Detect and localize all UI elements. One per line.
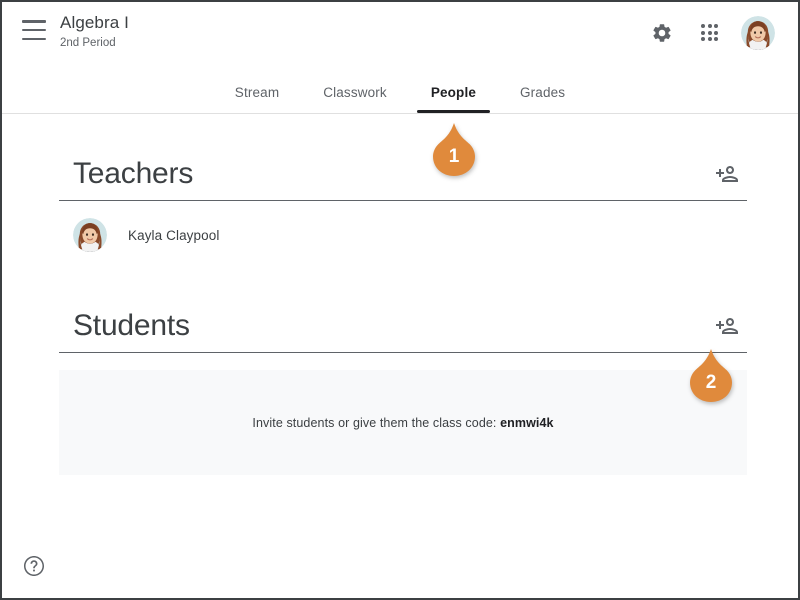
invite-message-prefix: Invite students or give them the class c…	[252, 415, 501, 430]
apps-grid-icon	[701, 24, 719, 42]
callout-number: 1	[448, 146, 460, 167]
help-circle-icon	[24, 556, 44, 576]
apps-dot	[714, 37, 719, 42]
avatar-image	[73, 218, 107, 252]
callout-number: 2	[705, 372, 717, 393]
callout-badge-2: 2	[688, 349, 734, 405]
teacher-avatar	[73, 218, 107, 252]
avatar	[741, 16, 775, 50]
tab-classwork[interactable]: Classwork	[301, 84, 409, 113]
hamburger-line	[22, 37, 46, 40]
apps-dot	[707, 30, 712, 35]
class-header[interactable]: Algebra I 2nd Period	[60, 12, 129, 51]
apps-dot	[701, 37, 705, 42]
top-app-bar: Algebra I 2nd Period	[2, 2, 798, 64]
hamburger-menu-icon[interactable]	[22, 20, 46, 40]
tab-grades[interactable]: Grades	[498, 84, 587, 113]
teachers-divider	[59, 200, 747, 201]
apps-launcher-button[interactable]	[688, 11, 732, 55]
invite-students-panel: Invite students or give them the class c…	[59, 370, 747, 475]
tab-people[interactable]: People	[409, 84, 498, 113]
tab-bar: Stream Classwork People Grades	[2, 64, 798, 113]
teacher-name: Kayla Claypool	[128, 227, 220, 243]
account-avatar-button[interactable]	[736, 11, 780, 55]
help-button[interactable]	[20, 552, 48, 580]
hamburger-line	[22, 20, 46, 23]
top-bar-actions	[640, 11, 780, 55]
class-code[interactable]: enmwi4k	[500, 416, 554, 430]
app-window: Algebra I 2nd Period Stream Classwork Pe…	[0, 0, 800, 600]
students-section-header: Students	[59, 306, 747, 346]
gear-icon	[653, 24, 671, 42]
person-add-icon	[716, 166, 738, 182]
class-section-label: 2nd Period	[60, 37, 116, 49]
page-title: Algebra I	[60, 13, 129, 32]
apps-dot	[701, 24, 705, 28]
students-divider	[59, 352, 747, 353]
callout-badge-1: 1	[431, 123, 477, 179]
apps-dot	[714, 24, 719, 28]
apps-dot	[701, 30, 705, 35]
students-heading: Students	[73, 309, 190, 342]
apps-dot	[707, 24, 712, 28]
tab-list: Stream Classwork People Grades	[213, 84, 587, 113]
invite-students-button[interactable]	[707, 306, 747, 346]
tab-stream[interactable]: Stream	[213, 84, 301, 113]
apps-dot	[707, 37, 712, 42]
invite-students-message: Invite students or give them the class c…	[252, 416, 553, 430]
settings-button[interactable]	[640, 11, 684, 55]
teacher-list-item[interactable]: Kayla Claypool	[73, 218, 219, 252]
teachers-section-header: Teachers	[59, 154, 747, 194]
apps-dot	[714, 30, 719, 35]
hamburger-line	[22, 28, 46, 32]
invite-teacher-button[interactable]	[707, 154, 747, 194]
teachers-heading: Teachers	[73, 157, 194, 190]
person-add-icon	[716, 318, 738, 334]
people-page-content: Teachers Kayla Claypool Students Invite …	[2, 114, 798, 598]
